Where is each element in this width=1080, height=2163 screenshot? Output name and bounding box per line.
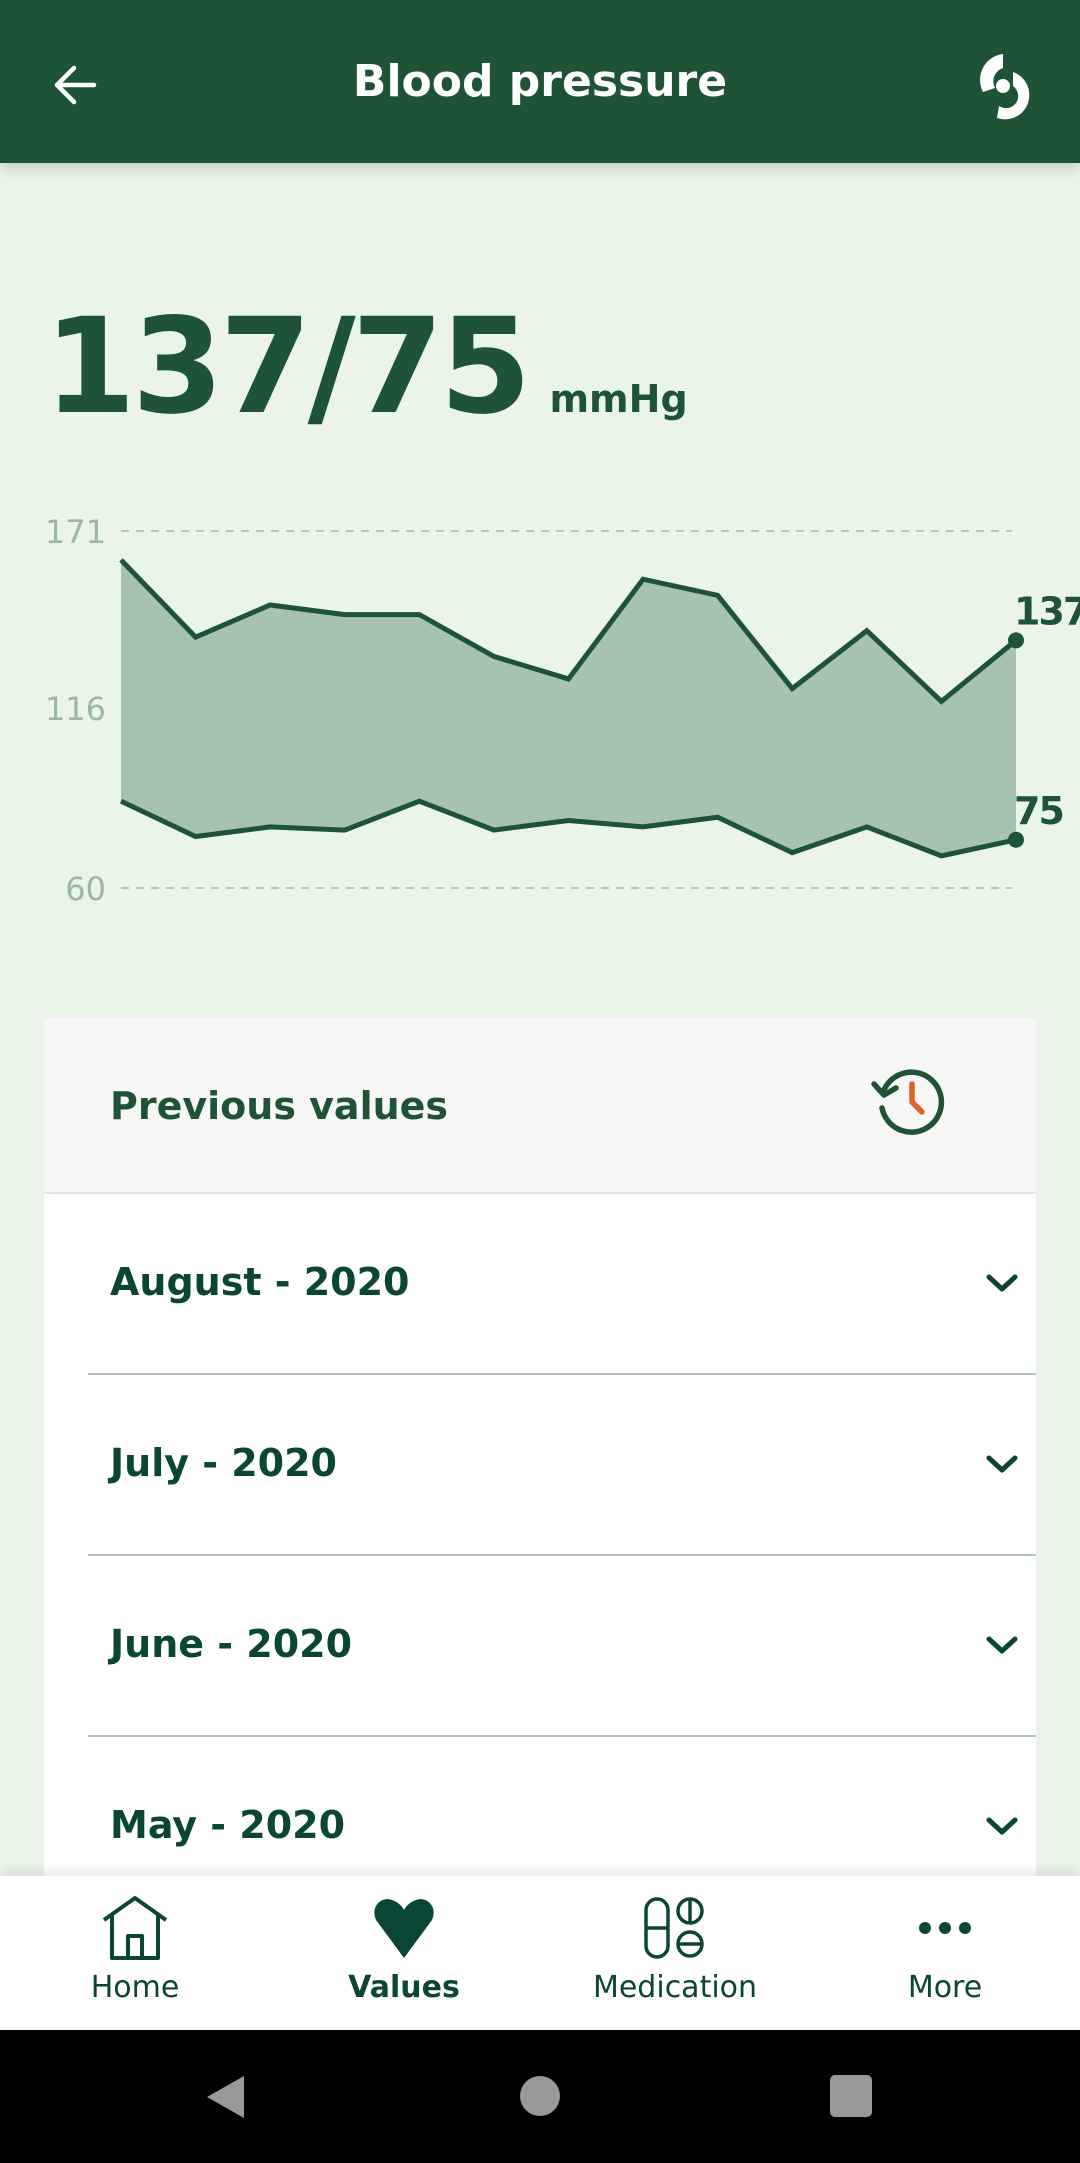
app-logo-icon[interactable] xyxy=(975,52,1031,120)
last-point xyxy=(1008,831,1024,848)
nav-label: More xyxy=(907,1970,983,2005)
last-value-label: 137 xyxy=(1014,589,1080,633)
history-clock-icon[interactable] xyxy=(870,1062,950,1142)
chevron-down-icon xyxy=(986,1274,1018,1292)
month-row-august[interactable]: August - 2020 xyxy=(88,1194,1036,1375)
system-recents-icon[interactable] xyxy=(830,2075,872,2117)
bottom-navigation: Home Values Medication More xyxy=(0,1876,1080,2030)
month-row-may[interactable]: May - 2020 xyxy=(88,1737,1036,1878)
month-row-june[interactable]: June - 2020 xyxy=(88,1556,1036,1737)
y-tick-label: 171 xyxy=(45,513,106,551)
nav-values[interactable]: Values xyxy=(304,1896,504,2005)
app-header: Blood pressure xyxy=(0,0,1080,163)
nav-label: Home xyxy=(90,1970,180,2005)
nav-home[interactable]: Home xyxy=(35,1896,235,2005)
chevron-down-icon xyxy=(986,1817,1018,1835)
system-navigation-bar xyxy=(0,2030,1080,2163)
system-back-icon[interactable] xyxy=(205,2074,245,2120)
month-row-july[interactable]: July - 2020 xyxy=(88,1375,1036,1556)
nav-label: Values xyxy=(348,1970,460,2005)
month-label: June - 2020 xyxy=(110,1622,353,1666)
previous-values-title: Previous values xyxy=(110,1084,449,1128)
heart-icon xyxy=(374,1899,434,1958)
home-icon xyxy=(102,1896,168,1960)
more-dots-icon xyxy=(919,1922,971,1934)
nav-more[interactable]: More xyxy=(845,1896,1045,2005)
chevron-down-icon xyxy=(986,1636,1018,1654)
last-value-label: 75 xyxy=(1014,789,1063,833)
y-tick-label: 116 xyxy=(45,690,106,728)
chevron-down-icon xyxy=(986,1455,1018,1473)
pills-icon xyxy=(644,1897,704,1959)
y-tick-label: 60 xyxy=(65,870,106,908)
previous-values-card: Previous values August - 2020 July - 202… xyxy=(44,1018,1036,1878)
reading-unit: mmHg xyxy=(549,377,688,421)
nav-medication[interactable]: Medication xyxy=(575,1896,775,2005)
month-label: May - 2020 xyxy=(110,1803,346,1847)
range-area xyxy=(121,559,1016,856)
system-home-icon[interactable] xyxy=(520,2076,560,2116)
blood-pressure-chart: 171 116 60 137 75 xyxy=(45,513,1080,908)
reading-value: 137/75 xyxy=(44,290,531,444)
month-label: August - 2020 xyxy=(110,1260,410,1304)
page-title: Blood pressure xyxy=(352,56,728,107)
nav-label: Medication xyxy=(592,1970,758,2005)
month-label: July - 2020 xyxy=(110,1441,337,1485)
last-point xyxy=(1008,632,1024,649)
current-reading: 137/75 mmHg xyxy=(44,290,688,444)
